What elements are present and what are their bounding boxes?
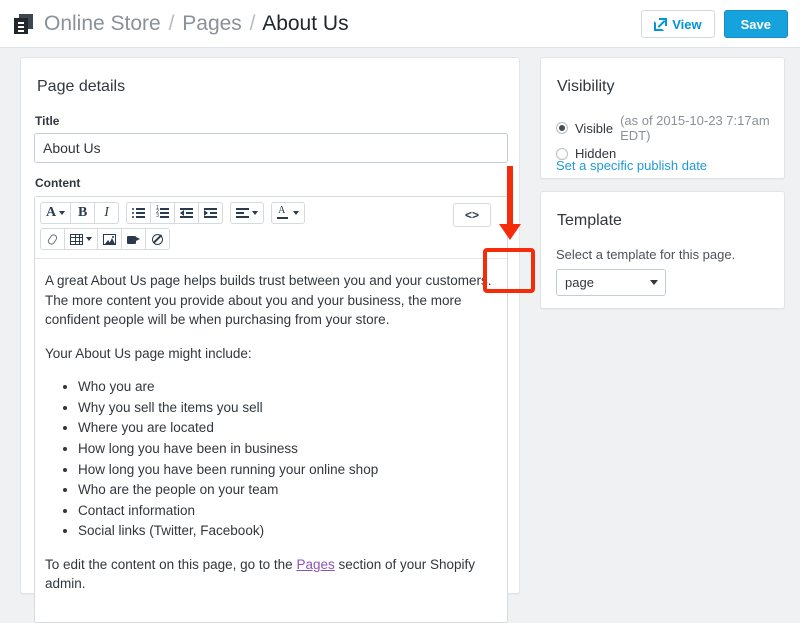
content-paragraph-2: Your About Us page might include: — [45, 345, 252, 361]
radio-visible-icon[interactable] — [556, 122, 568, 134]
template-select-wrapper: page — [556, 269, 666, 296]
chevron-down-icon — [252, 211, 259, 215]
visible-timestamp: (as of 2015-10-23 7:17am EDT) — [620, 113, 770, 143]
font-size-icon: A — [46, 205, 57, 220]
text-color-button[interactable]: A — [271, 202, 306, 224]
top-bar-actions: View Save — [641, 0, 788, 48]
chevron-down-icon — [293, 211, 300, 215]
set-publish-date-link[interactable]: Set a specific publish date — [556, 158, 707, 173]
bold-button[interactable]: B — [70, 202, 96, 224]
paperclip-icon — [46, 232, 59, 246]
breadcrumb-separator-1: / — [168, 12, 175, 35]
template-card: Template Select a template for this page… — [540, 191, 785, 309]
toolbar-group-align — [230, 202, 265, 224]
view-button[interactable]: View — [641, 10, 715, 38]
title-input[interactable] — [34, 133, 508, 163]
insert-table-button[interactable] — [64, 228, 98, 250]
font-size-button[interactable]: A — [40, 202, 72, 224]
numbered-list-icon: 1 2 3 — [156, 205, 170, 219]
visibility-heading: Visibility — [557, 78, 615, 95]
template-select[interactable]: page — [556, 269, 666, 296]
visibility-card: Visibility Visible (as of 2015-10-23 7:1… — [540, 57, 785, 179]
table-icon — [70, 233, 83, 245]
content-body[interactable]: A great About Us page helps builds trust… — [35, 259, 507, 618]
closing-text-before: To edit the content on this page, go to … — [45, 556, 297, 572]
top-bar: Online Store / Pages / About Us View Sav… — [0, 0, 800, 48]
editor-toolbar-row-1: A B I 1 2 3 A — [40, 202, 502, 224]
italic-icon: I — [104, 205, 109, 220]
bulleted-list-button[interactable] — [126, 202, 152, 224]
outdent-icon — [180, 207, 194, 219]
video-camera-icon — [127, 234, 140, 245]
list-item: Where you are located — [78, 418, 497, 438]
chevron-down-icon — [59, 211, 66, 215]
indent-icon — [204, 207, 218, 219]
page-details-card: Page details Title Content A B I — [20, 57, 535, 623]
visible-label: Visible — [575, 120, 614, 136]
chevron-down-icon — [86, 237, 92, 241]
insert-video-button[interactable] — [121, 228, 146, 250]
list-item: Social links (Twitter, Facebook) — [78, 521, 497, 541]
no-formatting-icon — [151, 233, 164, 245]
italic-button[interactable]: I — [94, 202, 120, 224]
pages-link[interactable]: Pages — [296, 557, 334, 572]
content-bullet-list: Who you are Why you sell the items you s… — [45, 377, 497, 541]
clear-formatting-button[interactable] — [145, 228, 170, 250]
toolbar-group-text: A B I — [40, 202, 120, 224]
page-details-heading: Page details — [37, 78, 126, 95]
breadcrumb: Online Store / Pages / About Us — [14, 0, 349, 48]
content-closing-paragraph: To edit the content on this page, go to … — [45, 555, 497, 594]
bulleted-list-icon — [132, 207, 146, 219]
content-label: Content — [35, 176, 81, 190]
insert-image-button[interactable] — [97, 228, 122, 250]
insert-link-button[interactable] — [40, 228, 65, 250]
list-item: How long you have been running your onli… — [78, 460, 497, 480]
content-editor: A B I 1 2 3 A <> A great About Us page h… — [34, 196, 508, 623]
list-item: Why you sell the items you sell — [78, 398, 497, 418]
breadcrumb-current-about-us: About Us — [262, 12, 349, 35]
toolbar-group-insert — [40, 228, 170, 250]
toolbar-group-lists: 1 2 3 — [126, 202, 224, 224]
list-item: Contact information — [78, 501, 497, 521]
numbered-list-button[interactable]: 1 2 3 — [150, 202, 176, 224]
save-button-label: Save — [740, 16, 771, 32]
title-label: Title — [35, 114, 60, 128]
editor-toolbar: A B I 1 2 3 A <> — [35, 197, 507, 259]
toolbar-group-color: A — [271, 202, 306, 224]
view-button-label: View — [672, 16, 702, 32]
edit-html-button-wrapper: <> — [453, 203, 491, 227]
align-left-icon — [236, 207, 250, 219]
breadcrumb-online-store[interactable]: Online Store — [44, 12, 161, 35]
visibility-option-visible[interactable]: Visible (as of 2015-10-23 7:17am EDT) — [556, 113, 784, 143]
edit-html-button[interactable]: <> — [453, 203, 491, 227]
bold-icon: B — [77, 205, 88, 220]
outdent-button[interactable] — [174, 202, 200, 224]
text-color-icon: A — [277, 206, 290, 219]
indent-button[interactable] — [198, 202, 224, 224]
breadcrumb-separator-2: / — [249, 12, 256, 35]
align-button[interactable] — [230, 202, 265, 224]
save-button[interactable]: Save — [723, 10, 788, 38]
image-icon — [103, 233, 116, 245]
pages-stack-icon — [14, 14, 34, 34]
list-item: Who are the people on your team — [78, 480, 497, 500]
content-paragraph-1: A great About Us page helps builds trust… — [45, 273, 492, 328]
template-heading: Template — [557, 212, 622, 229]
list-item: Who you are — [78, 377, 497, 397]
external-link-icon — [654, 17, 668, 31]
list-item: How long you have been in business — [78, 439, 497, 459]
template-help-text: Select a template for this page. — [556, 247, 736, 262]
editor-toolbar-row-2 — [40, 228, 502, 250]
breadcrumb-pages[interactable]: Pages — [182, 12, 242, 35]
